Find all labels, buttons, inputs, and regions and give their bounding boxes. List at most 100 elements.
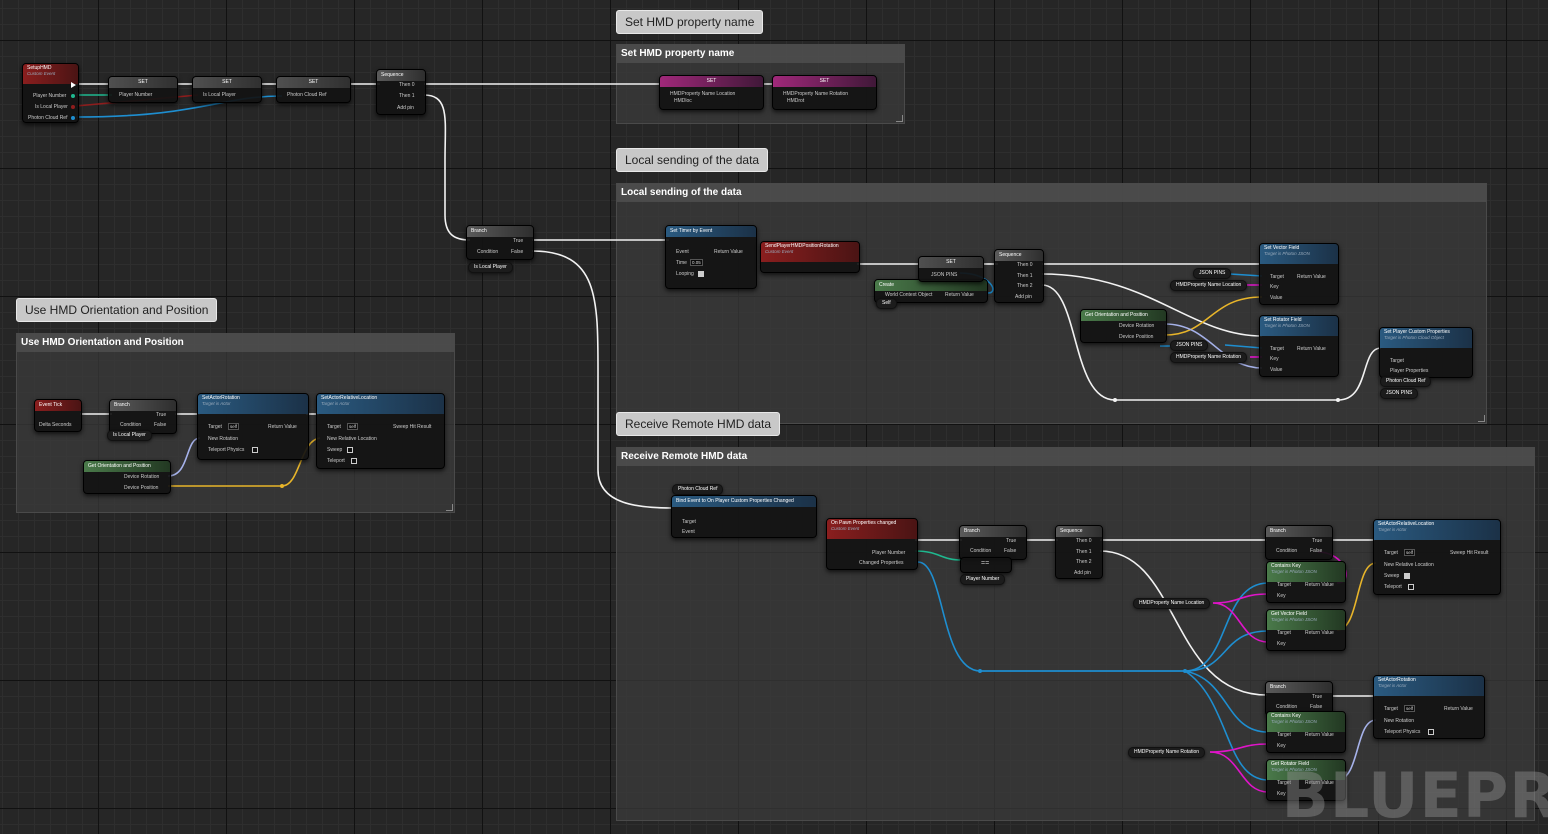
pin-label: Sweep Hit Result [1450, 550, 1489, 556]
set-actor-relative-location-node[interactable]: SetActorRelativeLocation Target is Actor … [316, 393, 445, 469]
set-hmd-loc-node[interactable]: SET HMDProperty Name Location HMDloc [659, 75, 764, 110]
json-pins-getter[interactable]: JSON PINS [1380, 388, 1419, 399]
set-actor-rotation-remote-node[interactable]: SetActorRotation Target is Actor Target s… [1373, 675, 1485, 739]
target-self-input[interactable]: self [1404, 705, 1416, 712]
node-subtitle: Custom Event [831, 526, 860, 531]
get-vector-field-node[interactable]: Get Vector Field Target is Photon JSON Ta… [1266, 609, 1346, 651]
node-subtitle: Target is Photon Cloud Object [1384, 335, 1444, 340]
is-local-player-getter[interactable]: Is Local Player [107, 430, 152, 441]
set-player-number-node[interactable]: SET Player Number [108, 76, 178, 103]
set-timer-by-event-node[interactable]: Set Timer by Event Event Return Value Ti… [665, 225, 757, 289]
add-pin-button[interactable]: Add pin [1015, 294, 1032, 300]
set-vector-field-node[interactable]: Set Vector Field Target is Photon JSON Ta… [1259, 243, 1339, 305]
get-orientation-local-node[interactable]: Get Orientation and Position Device Rota… [1080, 309, 1167, 343]
hmd-name-loc-getter[interactable]: HMDProperty Name Location [1133, 598, 1211, 609]
node-title: SET [919, 257, 983, 268]
bool-pin[interactable] [71, 105, 75, 109]
node-title: Branch [110, 400, 176, 411]
contains-key-loc-node[interactable]: Contains Key Target is Photon JSON Target… [1266, 561, 1346, 603]
pin-label: Return Value [945, 292, 974, 298]
node-title: SET [660, 76, 763, 87]
set-hmd-rot-node[interactable]: SET HMDProperty Name Rotation HMDrot [772, 75, 877, 110]
player-number-getter[interactable]: Player Number [960, 574, 1006, 585]
set-json-pins-node[interactable]: SET JSON PINS [918, 256, 984, 282]
equals-operator: == [981, 560, 990, 567]
hmd-name-loc-getter[interactable]: HMDProperty Name Location [1170, 280, 1248, 291]
time-input[interactable]: 0.05 [690, 259, 703, 266]
pin-label: New Rotation [208, 436, 239, 442]
target-self-input[interactable]: self [1404, 549, 1416, 556]
bind-event-node[interactable]: Bind Event to On Player Custom Propertie… [671, 495, 817, 538]
looping-checkbox[interactable] [698, 271, 704, 277]
teleport-checkbox[interactable] [1408, 584, 1414, 590]
json-pins-getter[interactable]: JSON PINS [1170, 340, 1209, 351]
set-is-local-player-node[interactable]: SET Is Local Player [192, 76, 262, 103]
target-self-input[interactable]: self [347, 423, 359, 430]
teleport-checkbox[interactable] [1428, 729, 1434, 735]
add-pin-button[interactable]: Add pin [397, 105, 414, 111]
sweep-checkbox[interactable] [347, 447, 353, 453]
pin-label: Target [327, 424, 341, 430]
pin-label: True [1312, 538, 1323, 544]
pin-label: Return Value [1305, 630, 1334, 636]
text-value[interactable]: HMDrot [787, 98, 804, 104]
node-title: Get Orientation and Position [84, 461, 170, 472]
teleport-checkbox[interactable] [351, 458, 357, 464]
set-actor-relative-location-remote-node[interactable]: SetActorRelativeLocation Target is Actor … [1373, 519, 1501, 595]
pin-label: Sweep [1384, 573, 1400, 579]
int-pin[interactable] [71, 94, 75, 98]
target-self-input[interactable]: self [228, 423, 240, 430]
set-photon-ref-node[interactable]: SET Photon Cloud Ref [276, 76, 351, 103]
object-pin[interactable] [71, 116, 75, 120]
pin-label: Player Number [119, 92, 153, 98]
branch-tick-node[interactable]: Branch Condition True False [109, 399, 177, 434]
sequence-receive-node[interactable]: Sequence Then 0 Then 1 Then 2 Add pin [1055, 525, 1103, 579]
node-title: Event Tick [35, 400, 81, 411]
self-getter[interactable]: Self [876, 298, 897, 309]
set-player-custom-props-node[interactable]: Set Player Custom Properties Target is Ph… [1379, 327, 1473, 378]
photon-ref-getter[interactable]: Photon Cloud Ref [1380, 376, 1432, 387]
branch-loc-node[interactable]: Branch Condition True False [1265, 525, 1333, 560]
is-local-player-getter[interactable]: Is Local Player [468, 262, 513, 273]
equals-node[interactable]: == [960, 557, 1012, 573]
pin-label: Sweep [327, 447, 343, 453]
exec-out-pin[interactable] [71, 82, 76, 88]
branch-main-node[interactable]: Branch Condition True False [466, 225, 534, 260]
set-rotator-field-node[interactable]: Set Rotator Field Target is Photon JSON T… [1259, 315, 1339, 377]
pin-label: Is Local Player [203, 92, 236, 98]
pin-label: Then 2 [1017, 283, 1033, 289]
pin-label: Target [208, 424, 222, 430]
sequence-local-node[interactable]: Sequence Then 0 Then 1 Then 2 Add pin [994, 249, 1044, 303]
hmd-name-rot-getter[interactable]: HMDProperty Name Rotation [1170, 352, 1248, 363]
pin-label: Return Value [268, 424, 297, 430]
node-title: Branch [960, 526, 1026, 537]
pin-label: Return Value [1444, 706, 1473, 712]
setup-hmd-event-node[interactable]: SetupHMD Custom Event Player Number Is Lo… [22, 63, 79, 123]
branch-receive-node[interactable]: Branch Condition True False [959, 525, 1027, 560]
node-title: Sequence [1056, 526, 1102, 537]
node-title: Set Timer by Event [666, 226, 756, 237]
add-pin-button[interactable]: Add pin [1074, 570, 1091, 576]
teleport-checkbox[interactable] [252, 447, 258, 453]
pin-label: Time [676, 260, 687, 266]
sequence-node[interactable]: Sequence Then 0 Then 1 Add pin [376, 69, 426, 115]
on-pawn-properties-event-node[interactable]: On Pawn Properties changed Custom Event P… [826, 518, 918, 570]
set-actor-rotation-node[interactable]: SetActorRotation Target is Actor Target s… [197, 393, 309, 460]
contains-key-rot-node[interactable]: Contains Key Target is Photon JSON Target… [1266, 711, 1346, 753]
pin-label: Then 1 [1017, 273, 1033, 279]
hmd-name-rot-getter[interactable]: HMDProperty Name Rotation [1128, 747, 1206, 758]
pin-label: Then 1 [399, 93, 415, 99]
pin-label: Player Number [33, 93, 67, 99]
node-subtitle: Target is Actor [202, 401, 231, 406]
photon-ref-getter[interactable]: Photon Cloud Ref [672, 484, 724, 495]
pin-label: Player Properties [1390, 368, 1429, 374]
json-pins-getter[interactable]: JSON PINS [1193, 268, 1232, 279]
pin-label: Target [1384, 706, 1398, 712]
node-title: SET [277, 77, 350, 88]
node-subtitle: Target is Actor [1378, 527, 1407, 532]
send-hmd-event-node[interactable]: SendPlayerHMDPositionRotation Custom Even… [760, 241, 860, 273]
get-orientation-use-node[interactable]: Get Orientation and Position Device Rota… [83, 460, 171, 494]
text-value[interactable]: HMDloc [674, 98, 692, 104]
event-tick-node[interactable]: Event Tick Delta Seconds [34, 399, 82, 432]
sweep-checkbox[interactable] [1404, 573, 1410, 579]
